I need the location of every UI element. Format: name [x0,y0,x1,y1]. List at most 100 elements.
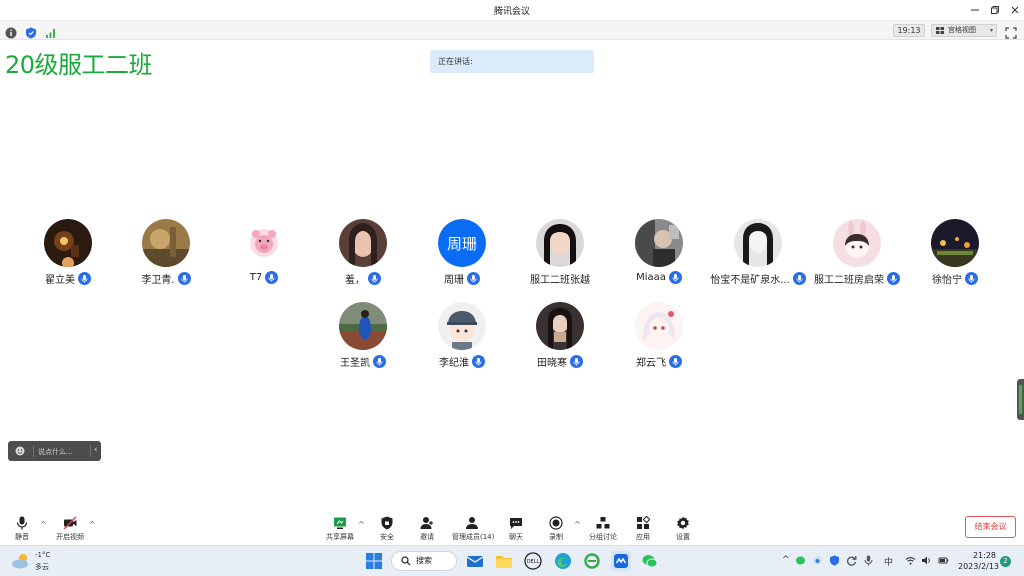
video-off-icon [63,516,77,530]
wifi-icon[interactable] [905,555,916,566]
record-button[interactable]: 录制 [536,516,576,546]
windows-start-icon[interactable] [364,551,384,571]
edge-browser-icon[interactable] [553,551,573,571]
svg-text:DELL: DELL [527,559,540,565]
window-title: 腾讯会议 [493,7,530,17]
mic-icon [265,271,279,284]
system-clock[interactable]: 21:28 2023/2/13 [958,550,999,572]
volume-icon[interactable] [921,555,932,566]
apps-button[interactable]: 应用 [623,516,663,546]
participant-tile[interactable]: 徐怡宁 [905,219,1005,291]
participant-tile[interactable]: Miaaa [609,219,709,291]
record-options-caret[interactable]: ^ [574,520,581,529]
end-meeting-button[interactable]: 结束会议 [965,516,1016,538]
share-screen-button[interactable]: 共享屏幕 [320,516,360,546]
mute-label: 静音 [15,533,29,541]
avatar [438,302,486,350]
microphone-tray-icon[interactable] [863,555,874,566]
avatar [635,219,683,267]
participant-tile[interactable]: 怡宝不是矿泉水... [708,219,808,291]
tencent-meeting-icon[interactable] [611,551,631,571]
participant-name: 田晓寒 [537,358,567,369]
taskbar: -1°C 多云 搜索 DELL ^ 中 21:28 2023/2/13 2 [0,545,1024,576]
chevron-down-icon: ▾ [989,27,993,34]
security-tray-icon[interactable] [829,555,840,566]
restore-icon[interactable] [986,2,1004,18]
participant-tile[interactable]: 李卫青. [116,219,216,291]
meeting-timer: 19:13 [893,24,925,37]
chat-placeholder: 说点什么... [38,448,73,456]
chevron-left-icon[interactable]: ‹ [94,445,98,455]
mute-options-caret[interactable]: ^ [40,520,47,529]
users-icon [466,517,478,529]
security-label: 安全 [380,533,394,541]
start-video-button[interactable]: 开启视频 [50,516,90,546]
breakout-button[interactable]: 分组讨论 [583,516,623,546]
avatar [339,219,387,267]
battery-icon[interactable] [938,555,949,566]
divider [33,445,34,457]
signal-icon[interactable] [45,24,57,38]
mail-icon[interactable] [465,551,485,571]
mic-icon [368,272,381,285]
record-icon [549,516,563,530]
side-tab[interactable] [1017,379,1024,420]
participant-tile[interactable]: 服工二班房启荣 [807,219,907,291]
taskbar-search[interactable]: 搜索 [391,551,457,571]
baidu-tray-icon[interactable] [812,555,823,566]
participant-tile[interactable]: 周珊 周珊 [412,219,512,291]
close-icon[interactable] [1006,2,1024,18]
sync-tray-icon[interactable] [846,555,857,566]
info-bar: 19:13 宫格视图 ▾ [0,21,1024,40]
dell-icon[interactable]: DELL [523,551,543,571]
avatar-initials: 周珊 [438,219,486,267]
tray-overflow-chevron-icon[interactable]: ^ [782,555,790,565]
participant-tile[interactable]: 郑云飞 [609,302,709,374]
share-options-caret[interactable]: ^ [358,520,365,529]
wechat-icon[interactable] [640,551,660,571]
participant-tile[interactable]: 王圣凯 [313,302,413,374]
participant-tile[interactable]: 田晓寒 [510,302,610,374]
participant-tile[interactable]: 羞， [313,219,413,291]
participant-name: 李卫青. [141,275,175,286]
view-mode-label: 宫格视图 [948,26,976,34]
avatar [931,219,979,267]
video-options-caret[interactable]: ^ [89,520,96,529]
participant-tile[interactable]: 服工二班张越 [510,219,610,291]
mic-icon [668,271,682,284]
minimize-icon[interactable] [966,2,984,18]
participant-name: 李纪淮 [439,358,469,369]
manage-members-button[interactable]: 管理成员(14) [452,516,494,546]
mute-button[interactable]: 静音 [2,516,42,546]
emoji-icon[interactable] [15,446,25,456]
shield-icon[interactable] [25,24,37,39]
apps-label: 应用 [636,533,650,541]
share-screen-icon [334,517,346,529]
security-button[interactable]: 安全 [367,516,407,546]
view-mode-button[interactable]: 宫格视图 ▾ [931,24,997,37]
file-explorer-icon[interactable] [494,551,514,571]
participant-tile[interactable]: 李纪淮 [412,302,512,374]
ime-indicator[interactable]: 中 [884,555,893,568]
shield-icon [381,516,393,530]
invite-button[interactable]: 邀请 [407,516,447,546]
fullscreen-icon[interactable] [1005,24,1017,39]
avatar: 周珊 [438,219,486,267]
apps-icon [637,516,650,529]
participant-name: 翟立美 [45,275,75,286]
mic-icon [887,272,900,285]
search-label: 搜索 [416,556,432,565]
video-label: 开启视频 [56,533,84,541]
wechat-tray-icon[interactable] [795,555,806,566]
chat-button[interactable]: 聊天 [496,516,536,546]
participant-name: T7 [249,272,263,283]
participant-tile[interactable]: T7 [214,219,314,291]
settings-button[interactable]: 设置 [663,516,703,546]
breakout-icon [596,517,610,529]
weather-condition: 多云 [35,563,49,571]
chat-input[interactable]: 说点什么... ‹ [8,441,101,461]
participant-tile[interactable]: 翟立美 [18,219,118,291]
notification-badge[interactable]: 2 [1000,556,1011,567]
ie-browser-icon[interactable] [582,551,602,571]
info-icon[interactable] [5,24,17,39]
